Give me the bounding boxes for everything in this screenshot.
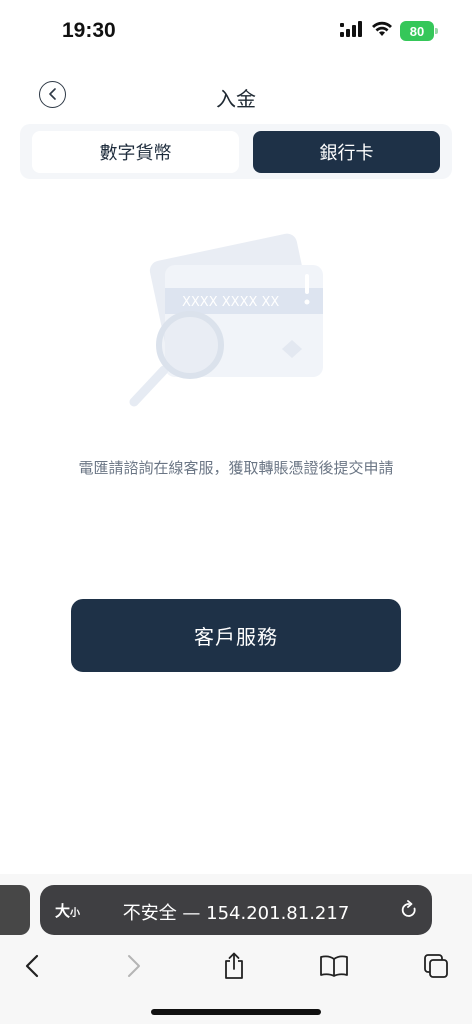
wire-transfer-hint: 電匯請諮詢在線客服，獲取轉賬憑證後提交申請 [78, 459, 394, 477]
bank-card-search-illustration: XXXX XXXX XX [120, 232, 330, 412]
deposit-method-tabs: 數字貨幣 銀行卡 [20, 124, 452, 179]
browser-toolbar-area: 大小 不安全 — 154.201.81.217 [0, 874, 472, 1024]
battery-icon: 80 [400, 21, 438, 41]
back-icon[interactable] [17, 951, 47, 981]
browser-nav-toolbar [0, 946, 472, 986]
status-bar: 19:30 80 [0, 0, 472, 64]
signal-icon [340, 21, 364, 41]
reload-icon[interactable] [400, 900, 418, 924]
tab-crypto[interactable]: 數字貨幣 [32, 131, 239, 173]
home-indicator [151, 1009, 321, 1015]
forward-icon[interactable] [119, 951, 149, 981]
address-bar[interactable]: 大小 不安全 — 154.201.81.217 [40, 885, 432, 935]
tab-bank-card[interactable]: 銀行卡 [253, 131, 440, 173]
card-number-mask: XXXX XXXX XX [182, 295, 279, 310]
previous-tab-peek[interactable] [0, 885, 30, 935]
bookmarks-icon[interactable] [319, 951, 349, 981]
status-icons: 80 [340, 21, 438, 41]
page-title: 入金 [216, 87, 256, 111]
wifi-icon [371, 21, 393, 41]
tabs-icon[interactable] [421, 951, 451, 981]
status-time: 19:30 [62, 19, 116, 42]
share-icon[interactable] [219, 951, 249, 981]
url-text: 不安全 — 154.201.81.217 [122, 903, 350, 924]
customer-service-button[interactable]: 客戶服務 [71, 599, 401, 672]
